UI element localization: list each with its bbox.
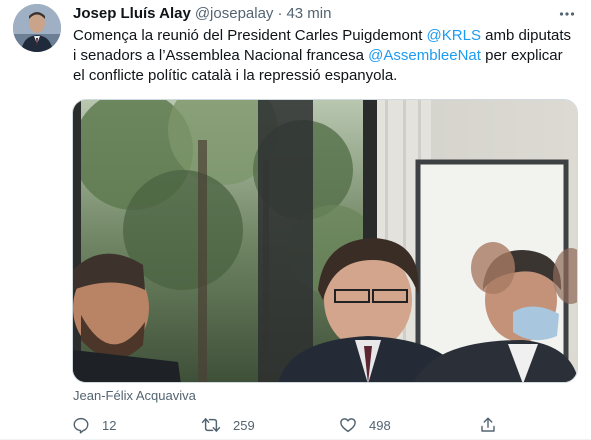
retweet-count: 259 <box>233 417 255 433</box>
author-display-name[interactable]: Josep Lluís Alay <box>73 4 191 24</box>
author-handle[interactable]: @josepalay <box>195 4 274 24</box>
more-dots-icon[interactable] <box>557 4 577 24</box>
mention-assembleenat-link[interactable]: @AssembleeNat <box>368 47 481 64</box>
tweet-actions: 12 259 498 <box>68 414 508 436</box>
tweet-timestamp[interactable]: 43 min <box>286 4 331 24</box>
reply-button[interactable]: 12 <box>72 414 116 436</box>
tweet-card[interactable]: Josep Lluís Alay @josepalay · 43 min Com… <box>0 0 591 440</box>
tweet-text-part-1: Comença la reunió del President Carles P… <box>73 27 427 44</box>
header-separator: · <box>277 5 283 22</box>
like-button[interactable]: 498 <box>339 414 391 436</box>
meeting-photo <box>73 100 577 382</box>
share-button[interactable] <box>479 414 497 436</box>
photo-credit: Jean-Félix Acquaviva <box>73 388 196 403</box>
tweet-header: Josep Lluís Alay @josepalay · 43 min <box>73 4 577 24</box>
like-count: 498 <box>369 417 391 433</box>
reply-icon <box>72 416 90 434</box>
reply-count: 12 <box>102 417 117 433</box>
tweet-photo[interactable] <box>72 99 578 383</box>
share-icon <box>479 416 497 434</box>
retweet-button[interactable]: 259 <box>201 414 255 436</box>
retweet-icon <box>201 416 221 434</box>
avatar[interactable] <box>13 4 61 52</box>
mention-krls-link[interactable]: @KRLS <box>427 27 481 44</box>
tweet-text: Comença la reunió del President Carles P… <box>73 26 578 86</box>
avatar-image <box>13 4 61 52</box>
heart-icon <box>339 416 357 434</box>
